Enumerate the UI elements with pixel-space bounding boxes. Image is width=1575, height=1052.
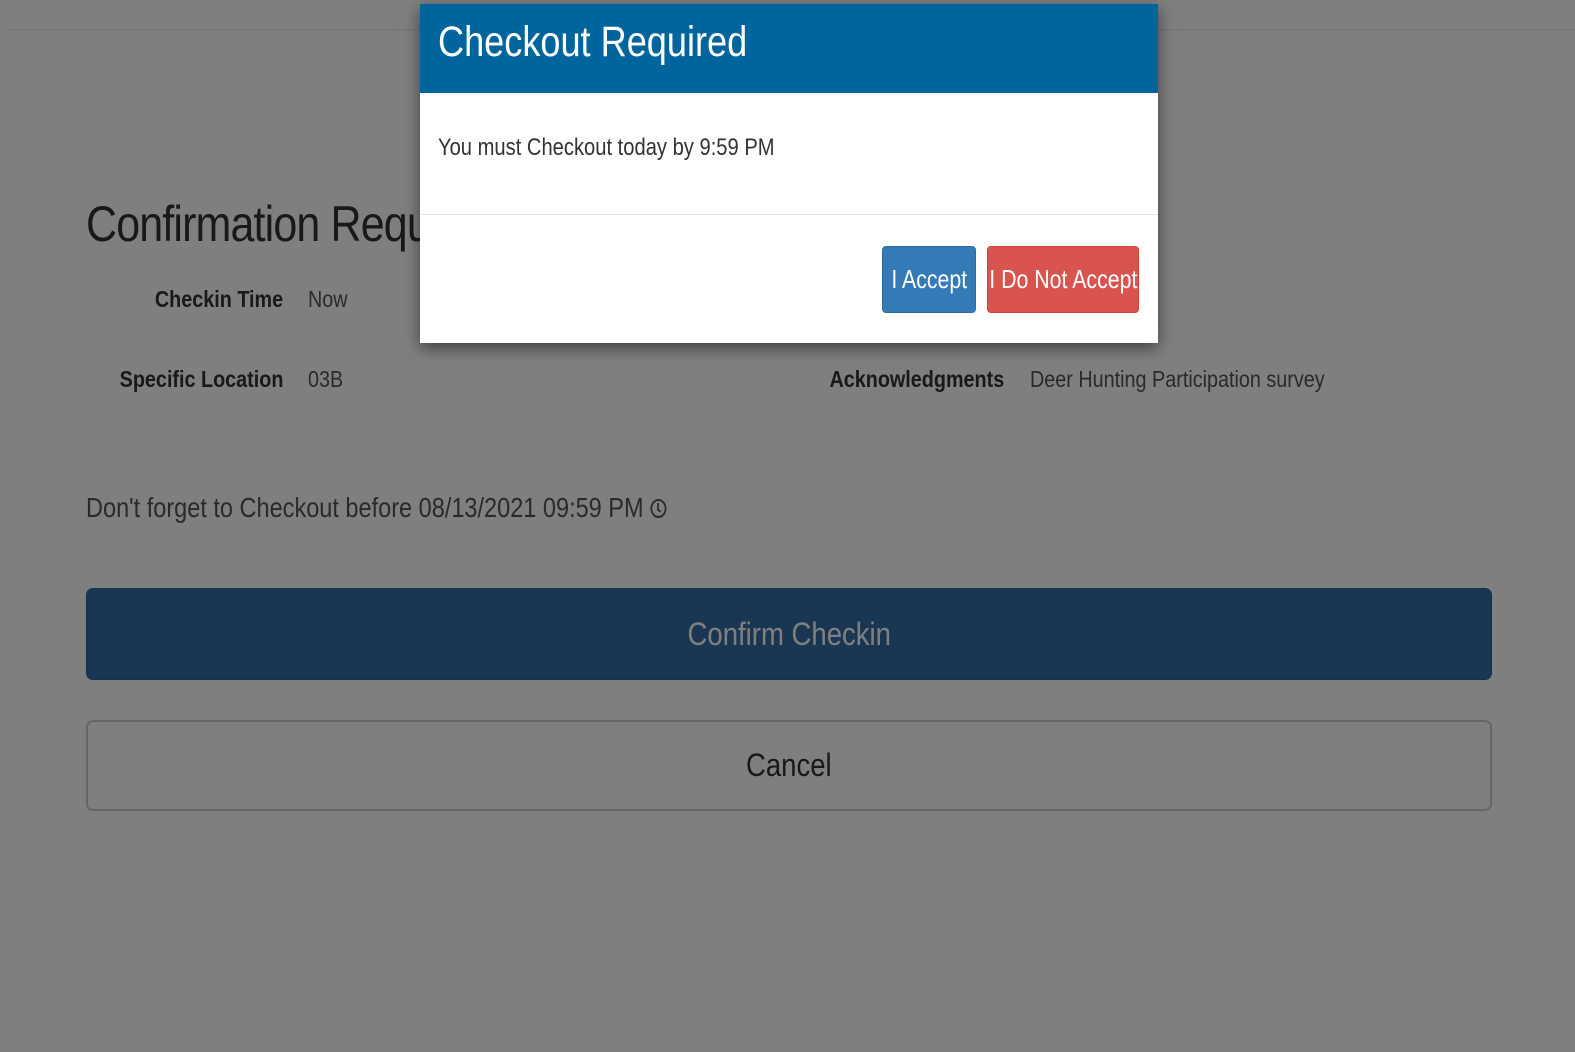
dialog-body: You must Checkout today by 9:59 PM (420, 93, 1158, 215)
decline-button[interactable]: I Do Not Accept (987, 246, 1139, 313)
accept-label: I Accept (891, 264, 967, 294)
dialog-message: You must Checkout today by 9:59 PM (438, 134, 775, 161)
decline-label: I Do Not Accept (988, 264, 1138, 294)
checkout-required-dialog: Checkout Required You must Checkout toda… (420, 4, 1158, 343)
accept-button[interactable]: I Accept (882, 246, 976, 313)
dialog-header: Checkout Required (420, 4, 1158, 93)
dialog-footer: I Accept I Do Not Accept (420, 215, 1158, 343)
dialog-title: Checkout Required (438, 18, 748, 66)
